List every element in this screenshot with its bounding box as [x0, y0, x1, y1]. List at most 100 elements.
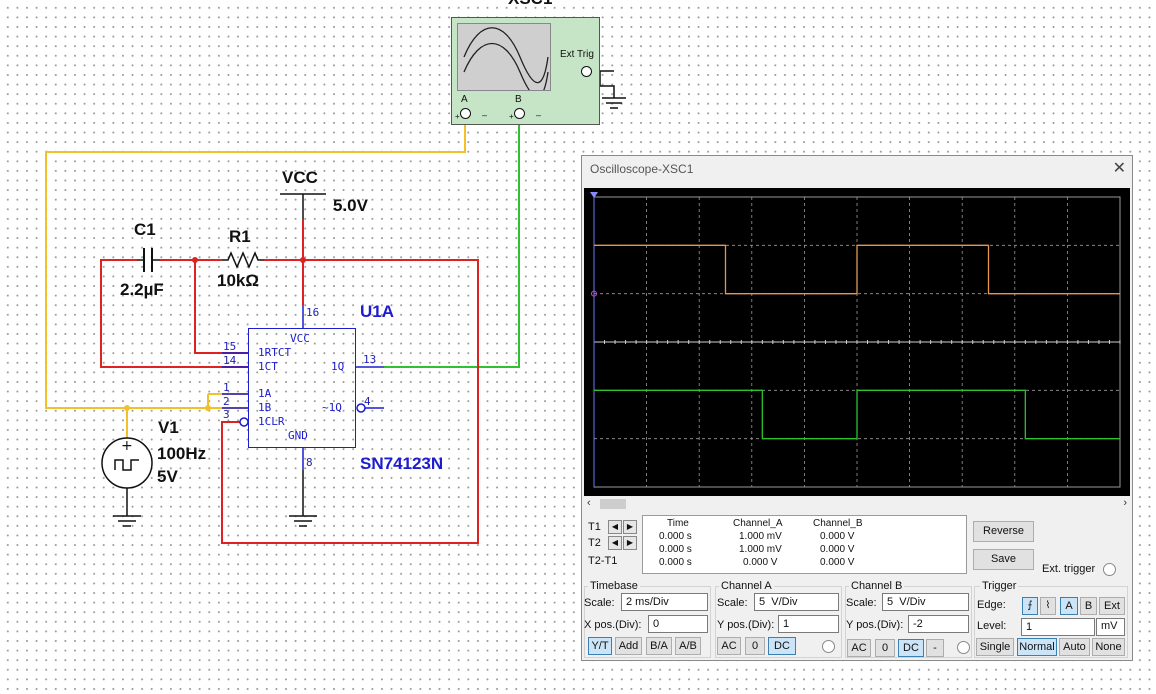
pin-number-15: 15 [223, 340, 237, 353]
pin-number-3: 3 [223, 408, 230, 421]
trigger-mode-normal-button[interactable]: Normal [1017, 638, 1057, 656]
timebase-title: Timebase [588, 580, 640, 592]
scope-display[interactable] [584, 188, 1130, 496]
channel-b-zero-button[interactable]: 0 [875, 639, 895, 657]
sine-wave-icon [463, 27, 549, 98]
pin-number-4: 4 [364, 395, 371, 408]
chip-pin-ct: 1CT [258, 360, 278, 373]
channel-b-minus-button[interactable]: - [926, 639, 944, 657]
u1-name[interactable]: U1A [360, 302, 394, 322]
cursor-t2t1-label: T2-T1 [588, 555, 618, 567]
ext-trig-terminal[interactable] [581, 66, 592, 77]
readout-cell: 1.000 mV [739, 544, 782, 555]
trigger-mode-single-button[interactable]: Single [976, 638, 1014, 656]
falling-edge-icon[interactable]: ⌇ [1040, 597, 1056, 615]
readout-header-channel-b: Channel_B [813, 518, 863, 529]
channel-a-radio[interactable] [822, 640, 835, 653]
r1-value: 10kΩ [217, 271, 259, 290]
trigger-title: Trigger [980, 580, 1019, 592]
t2-left-arrow-icon[interactable]: ◀ [608, 536, 622, 550]
readout-cell: 0.000 V [820, 531, 855, 542]
channel-a-scale-label: Scale: [717, 597, 748, 609]
vcc-value: 5.0V [333, 196, 368, 215]
trigger-source-ext-button[interactable]: Ext [1099, 597, 1125, 615]
scope-ext-trig-label: Ext Trig [560, 49, 594, 60]
readout-cell: 0.000 V [820, 557, 855, 568]
channel-b-ypos-input[interactable] [908, 615, 969, 633]
readout-cell: 0.000 V [820, 544, 855, 555]
ext-trigger-label: Ext. trigger [1042, 563, 1096, 575]
readout-cell: 1.000 mV [739, 531, 782, 542]
channel-a-ypos-input[interactable] [778, 615, 839, 633]
trigger-source-a-button[interactable]: A [1060, 597, 1078, 615]
trigger-level-unit[interactable]: mV [1096, 618, 1125, 636]
mode-add-button[interactable]: Add [615, 637, 642, 655]
cursor-controls: T1 ◀ ▶ T2 ◀ ▶ T2-T1 [584, 513, 638, 573]
ext-trigger-radio[interactable] [1103, 563, 1116, 576]
t2-right-arrow-icon[interactable]: ▶ [623, 536, 637, 550]
scroll-left-icon[interactable]: ‹ [587, 497, 591, 509]
chip-pin-qn: ~1Q [322, 401, 342, 414]
readout-cell: 0.000 V [743, 557, 778, 568]
channel-b-ac-button[interactable]: AC [847, 639, 871, 657]
cursor-t1-label: T1 [588, 521, 601, 533]
rising-edge-icon[interactable]: ⨍ [1022, 597, 1038, 615]
minus-a-icon: – [482, 110, 488, 120]
readout-cell: 0.000 s [659, 531, 692, 542]
v1-name[interactable]: V1 [158, 418, 179, 438]
reverse-button[interactable]: Reverse [973, 521, 1034, 542]
c1-name[interactable]: C1 [134, 220, 156, 240]
mode-ab-button[interactable]: A/B [675, 637, 701, 655]
scope-terminal-a[interactable] [460, 108, 471, 119]
chip-pin-b: 1B [258, 401, 272, 414]
channel-b-scale-input[interactable] [882, 593, 969, 611]
trigger-level-input[interactable] [1021, 618, 1095, 636]
mode-yt-button[interactable]: Y/T [588, 637, 612, 655]
trigger-mode-none-button[interactable]: None [1092, 638, 1125, 656]
scope-pin-a-label: A [461, 94, 468, 105]
pin-number-2: 2 [223, 395, 230, 408]
timebase-xpos-label: X pos.(Div): [584, 619, 642, 631]
channel-b-radio[interactable] [957, 641, 970, 654]
chip-pin-vcc: VCC [290, 332, 310, 345]
save-button[interactable]: Save [973, 549, 1034, 570]
r1-name[interactable]: R1 [229, 227, 251, 247]
minus-b-icon: – [536, 110, 542, 120]
channel-a-ac-button[interactable]: AC [717, 637, 741, 655]
trigger-source-b-button[interactable]: B [1080, 597, 1097, 615]
scrollbar-thumb[interactable] [600, 499, 626, 509]
channel-b-title: Channel B [849, 580, 905, 592]
pin-number-16: 16 [306, 306, 320, 319]
channel-a-ypos-label: Y pos.(Div): [717, 619, 775, 631]
chip-pin-a: 1A [258, 387, 272, 400]
channel-b-ypos-label: Y pos.(Div): [846, 619, 904, 631]
channel-b-dc-button[interactable]: DC [898, 639, 924, 657]
chip-pin-q: 1Q [331, 360, 345, 373]
timebase-scale-input[interactable] [621, 593, 708, 611]
channel-a-scale-input[interactable] [754, 593, 839, 611]
readout-header-time: Time [667, 518, 689, 529]
scroll-right-icon[interactable]: › [1123, 497, 1127, 509]
channel-a-zero-button[interactable]: 0 [745, 637, 765, 655]
timebase-scale-label: Scale: [584, 597, 615, 609]
horizontal-scrollbar[interactable]: ‹ › [584, 497, 1130, 511]
plus-a-icon: + [455, 112, 460, 121]
chip-pin-rtct: 1RTCT [258, 346, 292, 359]
cursor-readout-table: Time Channel_A Channel_B 0.000 s 1.000 m… [642, 515, 967, 574]
scope-pin-b-label: B [515, 94, 522, 105]
channel-a-dc-button[interactable]: DC [768, 637, 796, 655]
timebase-xpos-input[interactable] [648, 615, 708, 633]
mode-ba-button[interactable]: B/A [646, 637, 672, 655]
scope-terminal-b[interactable] [514, 108, 525, 119]
trigger-mode-auto-button[interactable]: Auto [1059, 638, 1090, 656]
channel-b-trace [594, 389, 1120, 440]
close-icon[interactable]: ✕ [1113, 158, 1126, 178]
t1-left-arrow-icon[interactable]: ◀ [608, 520, 622, 534]
v1-frequency: 100Hz [157, 444, 207, 463]
u1-part: SN74123N [360, 454, 444, 473]
scope-instrument-icon[interactable]: Ext Trig A B + – + – [451, 17, 600, 125]
window-title: Oscilloscope-XSC1 [590, 162, 694, 176]
oscilloscope-window[interactable]: Oscilloscope-XSC1 ✕ ‹ › T1 ◀ ▶ T2 ◀ ▶ T2… [581, 155, 1133, 661]
c1-value: 2.2µF [120, 280, 164, 299]
t1-right-arrow-icon[interactable]: ▶ [623, 520, 637, 534]
